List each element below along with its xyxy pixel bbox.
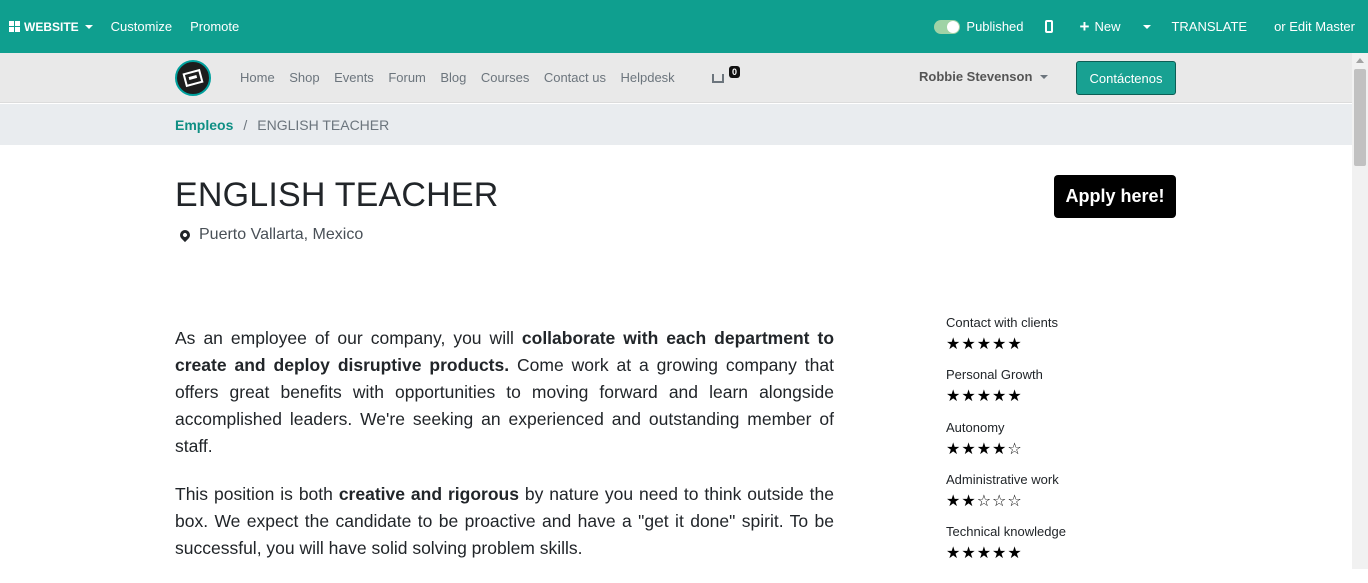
admin-bar: WEBSITE Customize Promote Published + Ne… xyxy=(0,0,1368,53)
skills-panel: Contact with clients ★★★★★ Personal Grow… xyxy=(946,314,1146,575)
chevron-down-icon xyxy=(84,24,93,29)
apply-button[interactable]: Apply here! xyxy=(1054,175,1176,218)
skill-name: Administrative work xyxy=(946,471,1059,487)
job-title: ENGLISH TEACHER xyxy=(175,176,499,214)
skill-item: Contact with clients ★★★★★ xyxy=(946,314,1146,366)
shopping-cart-icon xyxy=(712,74,724,83)
cart-link[interactable]: 0 xyxy=(712,66,741,84)
plus-icon: + xyxy=(1079,17,1090,36)
desc-text: As an employee of our company, you will xyxy=(175,328,522,348)
user-menu[interactable]: Robbie Stevenson xyxy=(919,69,1049,84)
breadcrumb: Empleos / ENGLISH TEACHER xyxy=(0,104,1352,145)
job-location: Puerto Vallarta, Mexico xyxy=(177,226,364,244)
skill-item: Technical knowledge ★★★★★ xyxy=(946,523,1146,575)
skill-name: Personal Growth xyxy=(946,367,1043,383)
breadcrumb-current: ENGLISH TEACHER xyxy=(257,116,390,133)
scroll-up-arrow-icon[interactable] xyxy=(1356,58,1364,63)
map-marker-icon xyxy=(177,227,193,243)
contact-button[interactable]: Contáctenos xyxy=(1076,61,1176,95)
nav-helpdesk[interactable]: Helpdesk xyxy=(620,70,674,85)
nav-events[interactable]: Events xyxy=(334,70,374,85)
nav-forum[interactable]: Forum xyxy=(388,70,426,85)
chevron-down-icon xyxy=(1143,24,1152,29)
nav-courses[interactable]: Courses xyxy=(481,70,529,85)
new-button[interactable]: + New xyxy=(1080,0,1121,53)
star-rating-icon: ★★★★★ xyxy=(946,388,1023,406)
job-description: As an employee of our company, you will … xyxy=(175,325,834,583)
page-scrollbar[interactable] xyxy=(1352,53,1368,569)
skill-name: Contact with clients xyxy=(946,315,1058,330)
skill-name: Technical knowledge xyxy=(946,524,1066,540)
mobile-preview-button[interactable] xyxy=(1044,0,1053,53)
cart-count-badge: 0 xyxy=(729,66,741,78)
star-rating-icon: ★★★★☆ xyxy=(946,440,1023,458)
logo-mark-icon xyxy=(182,68,204,88)
nav-contact-us[interactable]: Contact us xyxy=(544,70,606,85)
skill-name: Autonomy xyxy=(946,419,1005,435)
star-rating-icon: ★★☆☆☆ xyxy=(946,492,1023,510)
desc-text: This position is both xyxy=(175,484,339,504)
customize-menu[interactable]: Customize xyxy=(111,0,172,53)
published-toggle[interactable]: Published xyxy=(934,0,1024,53)
breadcrumb-separator: / xyxy=(243,116,248,133)
published-label: Published xyxy=(966,19,1024,34)
chevron-down-icon xyxy=(1040,74,1049,79)
job-location-text: Puerto Vallarta, Mexico xyxy=(199,226,364,243)
edit-master-button[interactable]: or Edit Master xyxy=(1274,0,1355,53)
site-header: Home Shop Events Forum Blog Courses Cont… xyxy=(0,53,1352,103)
translate-button[interactable]: TRANSLATE xyxy=(1171,0,1247,53)
desc-bold-text: creative and rigorous xyxy=(338,484,519,504)
new-label: New xyxy=(1094,19,1121,34)
nav-home[interactable]: Home xyxy=(240,70,275,85)
star-rating-icon: ★★★★★ xyxy=(946,336,1023,353)
nav-blog[interactable]: Blog xyxy=(440,70,466,85)
apps-grid-icon xyxy=(9,21,20,32)
website-menu[interactable]: WEBSITE xyxy=(9,0,93,53)
skill-item: Personal Growth ★★★★★ xyxy=(946,366,1146,418)
toggle-switch-icon xyxy=(934,19,961,34)
description-paragraph: This position is both creative and rigor… xyxy=(175,481,834,562)
main-menu: Home Shop Events Forum Blog Courses Cont… xyxy=(240,53,689,102)
promote-menu[interactable]: Promote xyxy=(190,0,239,53)
breadcrumb-jobs-link[interactable]: Empleos xyxy=(175,117,233,133)
description-paragraph: As an employee of our company, you will … xyxy=(175,325,834,460)
skill-item: Administrative work ★★☆☆☆ xyxy=(946,471,1146,523)
user-name: Robbie Stevenson xyxy=(919,69,1033,84)
website-label: WEBSITE xyxy=(24,19,79,34)
scroll-thumb[interactable] xyxy=(1354,69,1366,166)
language-dropdown[interactable] xyxy=(1137,0,1152,53)
nav-shop[interactable]: Shop xyxy=(289,70,319,85)
site-logo[interactable] xyxy=(175,60,211,96)
mobile-phone-icon xyxy=(1044,20,1053,33)
star-rating-icon: ★★★★★ xyxy=(946,545,1023,563)
skill-item: Autonomy ★★★★☆ xyxy=(946,419,1146,471)
